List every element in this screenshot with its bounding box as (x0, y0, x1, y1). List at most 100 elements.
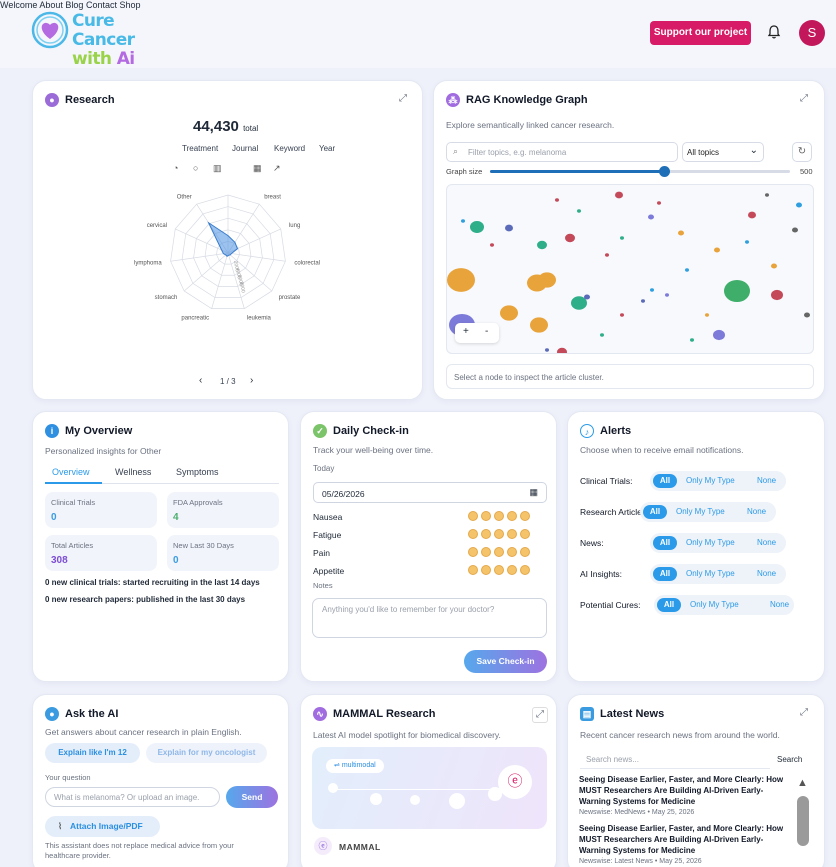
graph-node[interactable] (678, 230, 684, 236)
appetite-rating[interactable] (465, 565, 530, 577)
graph-node[interactable] (657, 201, 661, 205)
option-all[interactable]: All (653, 567, 677, 581)
news-headline[interactable]: Seeing Disease Earlier, Faster, and More… (579, 823, 787, 856)
graph-node[interactable] (771, 263, 777, 269)
filter-year[interactable]: Year (319, 144, 335, 153)
option-all[interactable]: All (653, 474, 677, 488)
send-button[interactable]: Send (226, 786, 278, 808)
graph-node[interactable] (500, 305, 518, 321)
graph-node[interactable] (796, 202, 802, 208)
graph-node[interactable] (714, 247, 720, 253)
question-input[interactable]: What is melanoma? Or upload an image. (45, 787, 220, 807)
topic-search-input[interactable]: ⌕ Filter topics, e.g. melanoma (446, 142, 678, 162)
nav-welcome[interactable]: Welcome (0, 0, 37, 10)
notifications-bell-icon[interactable] (766, 24, 782, 40)
notes-textarea[interactable]: Anything you'd like to remember for your… (312, 598, 547, 638)
graph-size-slider[interactable] (490, 166, 790, 177)
brand-logo[interactable]: Cure Cancer with Ai (30, 10, 160, 69)
date-input[interactable]: 05/26/2026 ▦ (313, 482, 547, 503)
knowledge-graph-canvas[interactable]: + - (446, 184, 814, 354)
graph-node[interactable] (555, 198, 559, 202)
graph-node[interactable] (600, 333, 604, 337)
donut-chart-icon[interactable]: ○ (193, 163, 198, 173)
explain-simple-button[interactable]: Explain like I'm 12 (45, 743, 140, 763)
refresh-graph-button[interactable]: ↻ (792, 142, 812, 162)
graph-node[interactable] (620, 236, 624, 240)
option-only-my-type[interactable]: Only My Type (690, 598, 739, 612)
nav-blog[interactable]: Blog (65, 0, 83, 10)
graph-node[interactable] (665, 293, 669, 297)
graph-size-slider-handle[interactable] (659, 166, 670, 177)
option-none[interactable]: None (747, 505, 766, 519)
support-project-button[interactable]: Support our project (650, 21, 751, 45)
graph-node[interactable] (490, 243, 494, 247)
graph-node[interactable] (765, 193, 769, 197)
tab-wellness[interactable]: Wellness (115, 467, 151, 477)
graph-node[interactable] (623, 353, 627, 354)
scroll-up-icon[interactable]: ▲ (797, 777, 808, 789)
graph-node[interactable] (461, 219, 465, 223)
graph-node[interactable] (748, 211, 756, 219)
news-item[interactable]: Seeing Disease Earlier, Faster, and More… (579, 774, 787, 816)
expand-icon[interactable]: ⤢ (800, 93, 812, 105)
explain-oncologist-button[interactable]: Explain for my oncologist (146, 743, 267, 763)
fatigue-rating[interactable] (465, 529, 530, 541)
option-all[interactable]: All (653, 536, 677, 550)
option-none[interactable]: None (757, 567, 776, 581)
nav-shop[interactable]: Shop (120, 0, 141, 10)
graph-node[interactable] (620, 313, 624, 317)
graph-node[interactable] (792, 227, 798, 233)
graph-node[interactable] (804, 312, 810, 318)
graph-node[interactable] (545, 348, 549, 352)
grid-chart-icon[interactable]: ▦ (253, 163, 262, 174)
option-all[interactable]: All (643, 505, 667, 519)
graph-node[interactable] (537, 240, 547, 250)
graph-node[interactable] (685, 268, 689, 272)
graph-node[interactable] (530, 317, 548, 333)
graph-node[interactable] (605, 253, 609, 257)
option-only-my-type[interactable]: Only My Type (676, 505, 725, 519)
pain-rating[interactable] (465, 547, 530, 559)
bar-chart-icon[interactable]: ▥ (213, 163, 222, 174)
filter-treatment[interactable]: Treatment (182, 144, 218, 153)
attach-file-button[interactable]: ⌇ Attach Image/PDF (45, 816, 160, 837)
graph-node[interactable] (557, 347, 567, 354)
nav-about[interactable]: About (39, 0, 63, 10)
expand-icon[interactable]: ⤢ (532, 707, 548, 723)
trend-chart-icon[interactable]: ↗ (273, 163, 281, 174)
graph-node[interactable] (724, 279, 750, 303)
filter-keyword[interactable]: Keyword (274, 144, 305, 153)
news-scrollbar[interactable] (797, 796, 809, 846)
graph-node[interactable] (565, 233, 575, 243)
nav-contact[interactable]: Contact (86, 0, 117, 10)
option-none[interactable]: None (757, 536, 776, 550)
news-search-input[interactable]: Search news... (580, 751, 770, 769)
graph-node[interactable] (538, 272, 556, 288)
save-checkin-button[interactable]: Save Check-in (464, 650, 547, 673)
option-only-my-type[interactable]: Only My Type (686, 536, 735, 550)
option-none[interactable]: None (770, 598, 789, 612)
calendar-icon[interactable]: ▦ (529, 487, 538, 498)
graph-node[interactable] (615, 191, 623, 199)
pie-chart-icon[interactable]: ◔ (173, 163, 178, 173)
zoom-in-button[interactable]: + (463, 326, 469, 337)
next-page-icon[interactable]: › (250, 375, 253, 386)
graph-node[interactable] (641, 299, 645, 303)
graph-node[interactable] (447, 268, 475, 292)
option-only-my-type[interactable]: Only My Type (686, 474, 735, 488)
graph-node[interactable] (650, 288, 654, 292)
prev-page-icon[interactable]: ‹ (199, 375, 202, 386)
graph-node[interactable] (584, 294, 590, 300)
zoom-out-button[interactable]: - (485, 326, 488, 337)
nausea-rating[interactable] (465, 511, 530, 523)
expand-icon[interactable]: ⤢ (399, 93, 411, 105)
option-all[interactable]: All (657, 598, 681, 612)
option-only-my-type[interactable]: Only My Type (686, 567, 735, 581)
graph-node[interactable] (705, 313, 709, 317)
graph-node[interactable] (690, 338, 694, 342)
option-none[interactable]: None (757, 474, 776, 488)
topic-select[interactable]: All topics ⌄ (682, 142, 764, 162)
graph-node[interactable] (577, 209, 581, 213)
news-search-button[interactable]: Search (777, 755, 802, 764)
graph-node[interactable] (648, 214, 654, 220)
